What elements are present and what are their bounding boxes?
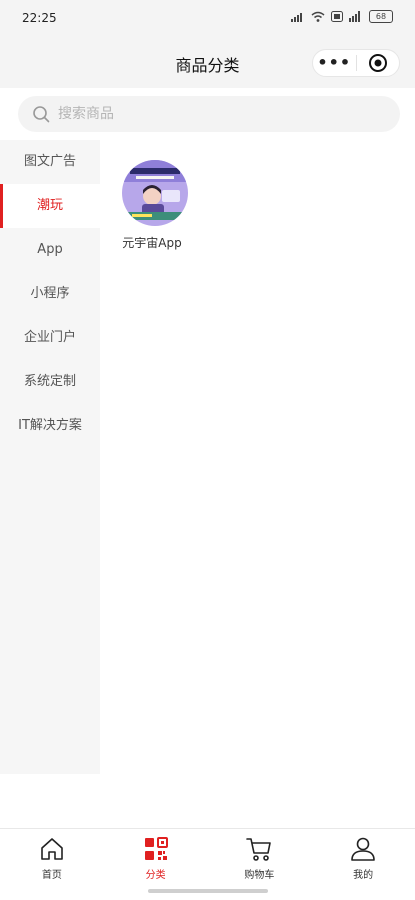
tab-label-home: 首页 [41,870,62,881]
battery-icon: 68 [369,10,393,23]
sidebar-item-mini-program[interactable]: 小程序 [0,272,100,316]
nav-bar: 商品分类 ••• [0,36,415,88]
mini-program-capsule: ••• [312,49,400,77]
category-sidebar: 图文广告 潮玩 App 小程序 企业门户 系统定制 IT解决方案 [0,140,100,774]
status-bar: 22:25 68 [0,0,415,36]
tab-label-category: 分类 [145,870,166,881]
tab-home[interactable]: 首页 [0,829,104,900]
status-time: 22:25 [22,11,57,25]
search-icon [33,106,50,123]
search-bar[interactable] [18,96,400,132]
status-icons: 68 [291,10,393,23]
screen: 22:25 68 商品分类 ••• 搜索商品 图文广告 潮玩 App 小程序 企… [0,0,415,900]
target-icon[interactable] [357,53,400,73]
home-indicator[interactable] [148,889,268,893]
search-area [0,88,415,140]
home-icon [41,838,63,860]
sidebar-item-app[interactable]: App [0,228,100,272]
product-thumbnail [122,160,188,226]
search-input[interactable] [56,105,360,123]
product-card[interactable]: 元宇宙App [120,160,190,251]
product-label: 元宇宙App [122,236,182,250]
tab-label-cart: 购物车 [244,870,275,881]
cellular-icon [349,11,360,22]
sidebar-item-graphic-ads[interactable]: 图文广告 [0,140,100,184]
category-content: 元宇宙App [100,140,415,774]
tab-profile[interactable]: 我的 [311,829,415,900]
sidebar-item-custom-system[interactable]: 系统定制 [0,360,100,404]
wifi-icon [311,11,325,22]
category-icon [144,837,168,860]
sim-icon [331,11,343,22]
cart-icon [246,838,272,861]
signal-icon [291,13,302,22]
user-icon [351,837,375,861]
sidebar-item-it-solutions[interactable]: IT解决方案 [0,404,100,448]
tab-label-profile: 我的 [353,870,374,881]
more-dots-icon[interactable]: ••• [313,49,356,77]
sidebar-item-trendy-toys[interactable]: 潮玩 [0,184,100,228]
sidebar-item-enterprise-portal[interactable]: 企业门户 [0,316,100,360]
